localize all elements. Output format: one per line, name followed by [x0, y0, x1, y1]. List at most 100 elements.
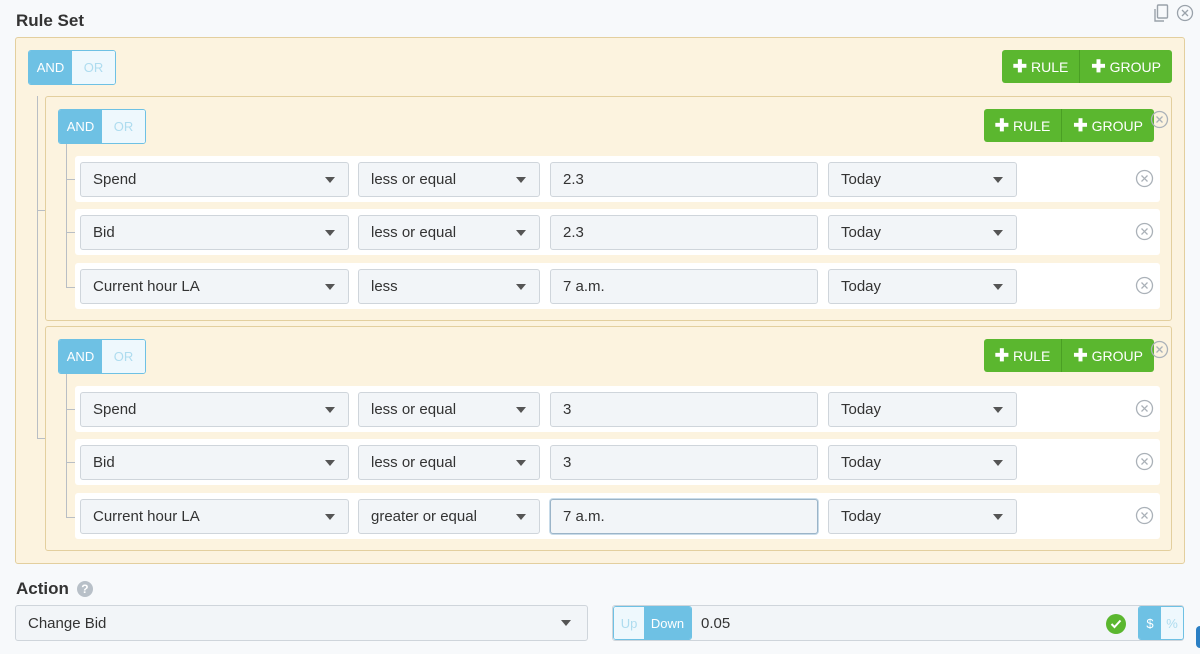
plus-icon: ✚ — [1073, 346, 1088, 365]
operator-select[interactable]: less — [358, 269, 540, 304]
tree-connector — [66, 232, 75, 233]
direction-toggle: Up Down — [613, 606, 692, 640]
value-input[interactable]: 7 a.m. — [550, 499, 818, 534]
tree-connector — [66, 374, 67, 518]
period-select[interactable]: Today — [828, 445, 1017, 480]
action-value: Change Bid — [28, 614, 107, 632]
caret-down-icon — [993, 284, 1003, 290]
remove-rule-icon[interactable] — [1135, 452, 1154, 471]
period-value: Today — [841, 454, 882, 471]
root-add-group-button[interactable]: ✚ GROUP — [1079, 50, 1172, 83]
operator-select[interactable]: greater or equal — [358, 499, 540, 534]
add-rule-label: RULE — [1013, 347, 1051, 364]
group-2-logic-toggle: AND OR — [58, 339, 146, 374]
period-value: Today — [841, 508, 882, 525]
caret-down-icon — [516, 284, 526, 290]
action-select[interactable]: Change Bid — [15, 605, 588, 641]
root-or-option[interactable]: OR — [72, 51, 115, 84]
direction-up-option[interactable]: Up — [614, 607, 644, 639]
caret-down-icon — [993, 177, 1003, 183]
root-and-option[interactable]: AND — [29, 51, 72, 84]
caret-down-icon — [516, 230, 526, 236]
field-select[interactable]: Bid — [80, 215, 349, 250]
value-input[interactable]: 3 — [550, 392, 818, 427]
unit-toggle: $ % — [1138, 606, 1184, 640]
group-2-and-option[interactable]: AND — [59, 340, 102, 373]
value-input[interactable]: 2.3 — [550, 215, 818, 250]
operator-value: less — [371, 278, 398, 295]
plus-icon: ✚ — [994, 116, 1010, 135]
remove-rule-icon[interactable] — [1135, 222, 1154, 241]
period-value: Today — [841, 401, 882, 418]
caret-down-icon — [516, 407, 526, 413]
caret-down-icon — [325, 514, 335, 520]
group-1-and-option[interactable]: AND — [59, 110, 102, 143]
remove-rule-icon[interactable] — [1135, 399, 1154, 418]
period-value: Today — [841, 171, 882, 188]
page-title: Rule Set — [16, 11, 85, 30]
root-add-rule-button[interactable]: ✚ RULE — [1001, 50, 1080, 83]
group-2-close-icon[interactable] — [1150, 340, 1169, 359]
group-1-add-rule-button[interactable]: ✚ RULE — [983, 109, 1062, 142]
value-input[interactable]: 3 — [550, 445, 818, 480]
field-value: Current hour LA — [93, 278, 200, 295]
caret-down-icon — [325, 230, 335, 236]
operator-select[interactable]: less or equal — [358, 392, 540, 427]
group-1-or-option[interactable]: OR — [102, 110, 145, 143]
field-select[interactable]: Spend — [80, 162, 349, 197]
remove-rule-icon[interactable] — [1135, 169, 1154, 188]
group-1-add-group-button[interactable]: ✚ GROUP — [1061, 109, 1154, 142]
tree-connector — [66, 462, 75, 463]
unit-percent-option[interactable]: % — [1161, 607, 1183, 639]
root-add-buttons: ✚ RULE ✚ GROUP — [1001, 50, 1172, 83]
direction-down-option[interactable]: Down — [644, 607, 691, 639]
field-select[interactable]: Current hour LA — [80, 499, 349, 534]
rule-group-2: AND OR ✚ RULE ✚ GROUP Spend less or equal … — [45, 326, 1172, 551]
operator-select[interactable]: less or equal — [358, 215, 540, 250]
remove-rule-icon[interactable] — [1135, 276, 1154, 295]
rule-group-1: AND OR ✚ RULE ✚ GROUP Spend less or equal … — [45, 96, 1172, 321]
operator-value: less or equal — [371, 171, 457, 188]
tree-connector — [37, 210, 45, 211]
help-icon[interactable]: ? — [76, 581, 93, 597]
caret-down-icon — [325, 284, 335, 290]
group-1-add-buttons: ✚ RULE ✚ GROUP — [983, 109, 1154, 142]
field-select[interactable]: Current hour LA — [80, 269, 349, 304]
operator-select[interactable]: less or equal — [358, 445, 540, 480]
scroll-indicator — [1196, 626, 1200, 648]
plus-icon: ✚ — [1091, 57, 1106, 76]
value-input[interactable]: 2.3 — [550, 162, 818, 197]
field-select[interactable]: Spend — [80, 392, 349, 427]
field-value: Bid — [93, 224, 115, 241]
root-rule-group: AND OR ✚ RULE ✚ GROUP AND OR ✚ RULE ✚ GROUP … — [15, 37, 1185, 564]
field-value: Spend — [93, 171, 137, 188]
amount-input[interactable]: 0.05 — [701, 615, 730, 632]
period-select[interactable]: Today — [828, 392, 1017, 427]
group-2-or-option[interactable]: OR — [102, 340, 145, 373]
period-select[interactable]: Today — [828, 215, 1017, 250]
remove-rule-icon[interactable] — [1135, 506, 1154, 525]
close-circle-icon[interactable] — [1176, 4, 1194, 22]
group-1-close-icon[interactable] — [1150, 110, 1169, 129]
tree-connector — [66, 517, 75, 518]
group-2-add-rule-button[interactable]: ✚ RULE — [983, 339, 1062, 372]
group-2-add-group-button[interactable]: ✚ GROUP — [1061, 339, 1154, 372]
period-select[interactable]: Today — [828, 499, 1017, 534]
tree-connector — [37, 438, 45, 439]
field-select[interactable]: Bid — [80, 445, 349, 480]
operator-value: less or equal — [371, 454, 457, 471]
copy-icon[interactable] — [1152, 4, 1170, 22]
add-rule-label: RULE — [1013, 117, 1051, 134]
group-1-logic-toggle: AND OR — [58, 109, 146, 144]
period-select[interactable]: Today — [828, 162, 1017, 197]
period-select[interactable]: Today — [828, 269, 1017, 304]
tree-connector — [66, 144, 67, 288]
value-input[interactable]: 7 a.m. — [550, 269, 818, 304]
caret-down-icon — [993, 460, 1003, 466]
caret-down-icon — [993, 514, 1003, 520]
caret-down-icon — [516, 177, 526, 183]
rule-row: Spend less or equal 3 Today — [75, 386, 1160, 432]
operator-select[interactable]: less or equal — [358, 162, 540, 197]
caret-down-icon — [325, 460, 335, 466]
unit-dollar-option[interactable]: $ — [1139, 607, 1161, 639]
